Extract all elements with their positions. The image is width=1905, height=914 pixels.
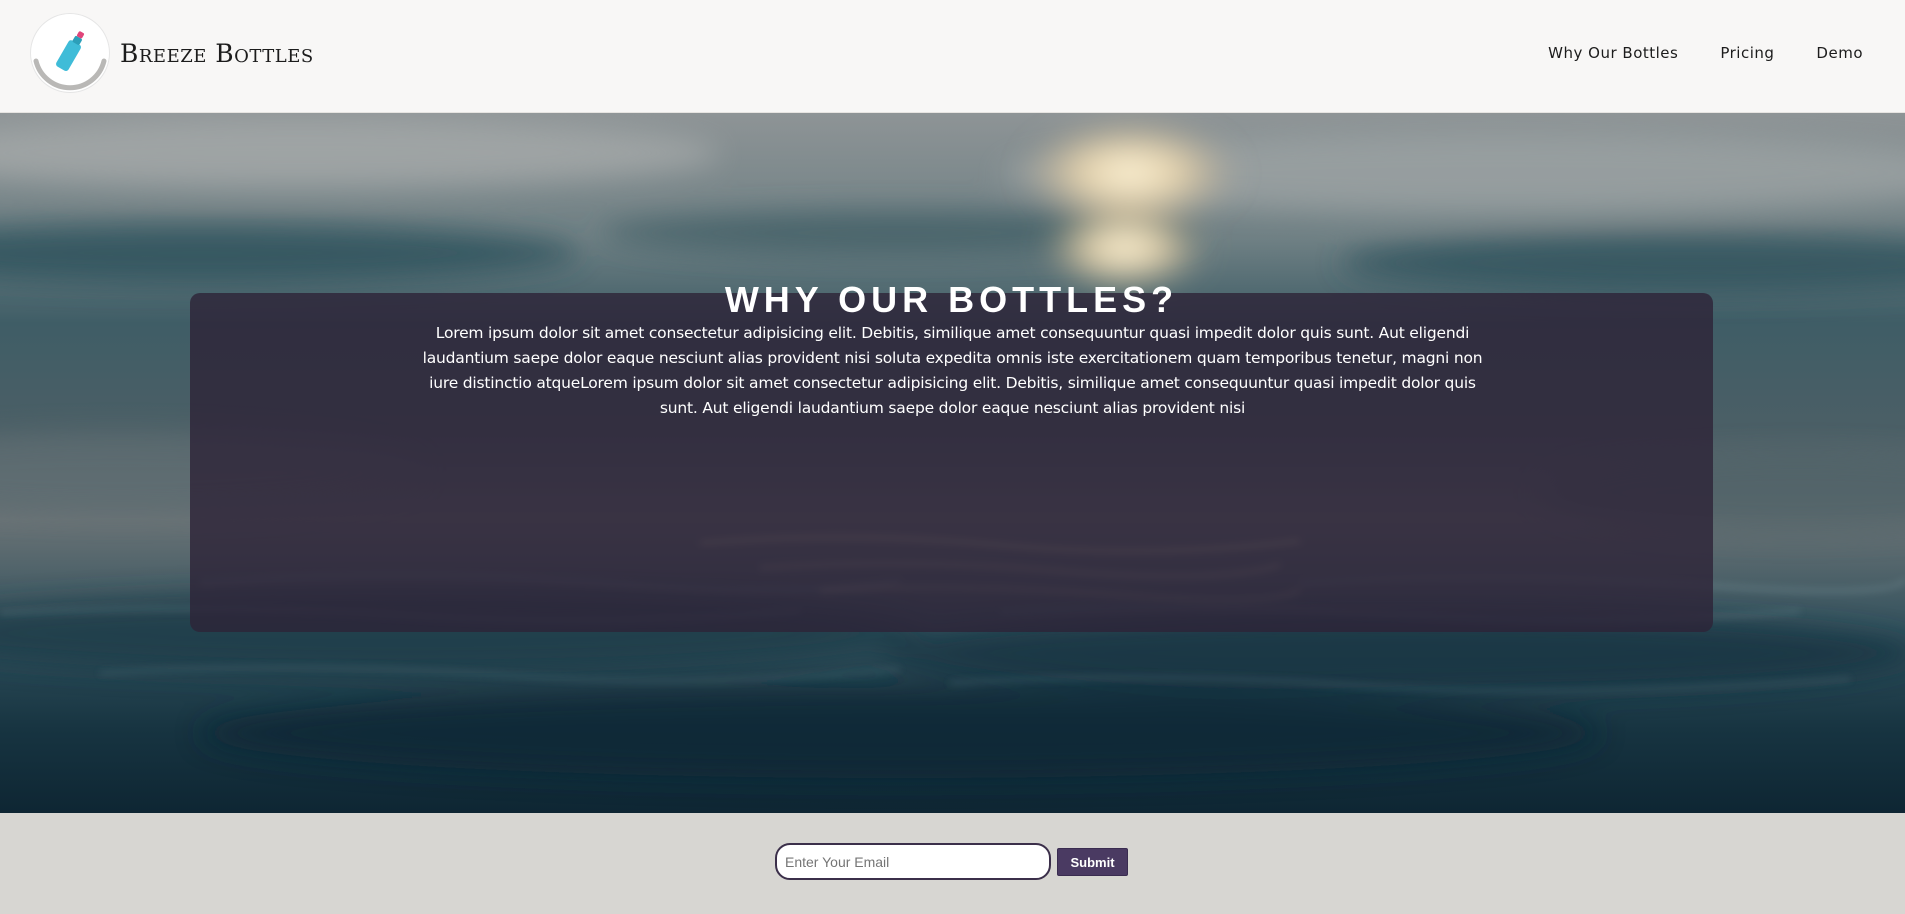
page: Breeze Bottles Why Our Bottles Pricing D…	[0, 0, 1905, 914]
newsletter-signup: Submit	[0, 813, 1905, 914]
hero-section	[0, 113, 1905, 813]
water-bottle-icon	[33, 17, 107, 91]
logo[interactable]	[30, 13, 110, 93]
nav-link-demo[interactable]: Demo	[1816, 44, 1863, 62]
site-header: Breeze Bottles Why Our Bottles Pricing D…	[0, 0, 1905, 113]
nav-link-why-our-bottles[interactable]: Why Our Bottles	[1548, 44, 1678, 62]
main-nav: Why Our Bottles Pricing Demo	[1548, 44, 1863, 62]
email-input[interactable]	[775, 843, 1051, 880]
nav-link-pricing[interactable]: Pricing	[1720, 44, 1774, 62]
section-body-text: Lorem ipsum dolor sit amet consectetur a…	[422, 324, 1483, 417]
brand-name[interactable]: Breeze Bottles	[120, 38, 314, 70]
submit-button[interactable]: Submit	[1057, 848, 1128, 876]
section-title: WHY OUR BOTTLES?	[724, 279, 1179, 320]
